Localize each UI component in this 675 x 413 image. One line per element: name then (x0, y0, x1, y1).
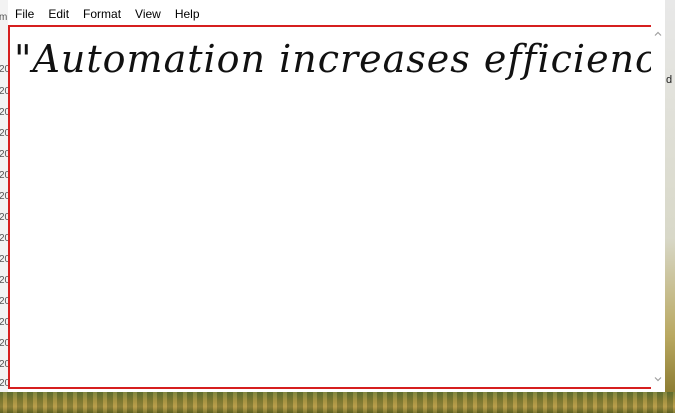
text-editor-area[interactable]: "Automation increases efficiency" (8, 25, 653, 389)
menu-bar: File Edit Format View Help (8, 4, 207, 24)
editor-content: "Automation increases efficiency" (14, 35, 653, 83)
menu-help[interactable]: Help (168, 4, 207, 24)
editor-text: "Automation increases efficiency" (14, 37, 653, 81)
desktop-wallpaper (0, 392, 675, 413)
background-text: d (666, 74, 673, 86)
chevron-down-icon[interactable] (653, 374, 663, 384)
background-window-strip: m 20 20 20 20 20 20 20 20 20 20 20 20 20… (0, 0, 10, 396)
notepad-window: m 20 20 20 20 20 20 20 20 20 20 20 20 20… (0, 0, 675, 413)
menu-file[interactable]: File (8, 4, 41, 24)
menu-format[interactable]: Format (76, 4, 128, 24)
menu-edit[interactable]: Edit (41, 4, 76, 24)
background-text: m (0, 12, 8, 23)
vertical-scrollbar[interactable] (651, 25, 665, 389)
chevron-up-icon[interactable] (653, 29, 663, 39)
background-desktop-strip (665, 0, 675, 396)
menu-view[interactable]: View (128, 4, 168, 24)
